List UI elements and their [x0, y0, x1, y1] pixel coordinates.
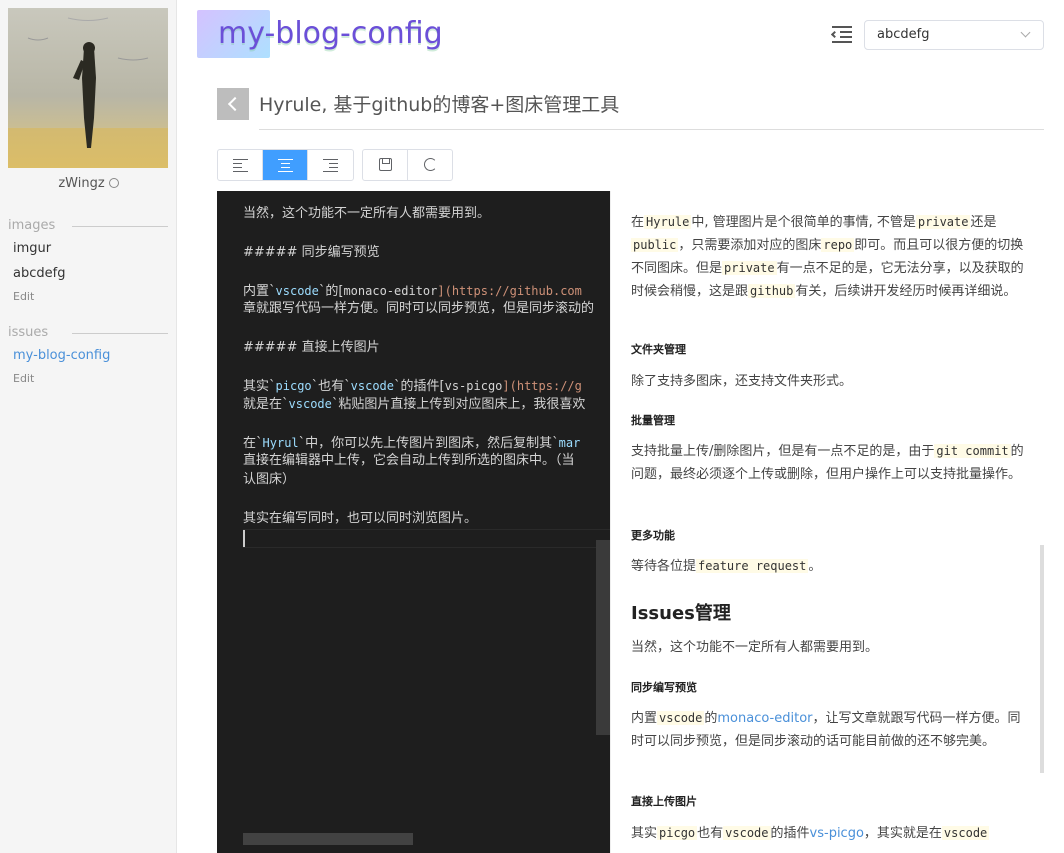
chevron-down-icon [1020, 27, 1031, 38]
monaco-editor-link[interactable]: monaco-editor [717, 711, 812, 726]
issues-section-title: issues [8, 325, 168, 340]
editor-line: 章就跟写代码一样方便。同时可以同步预览，但是同步滚动的 [243, 301, 595, 316]
images-section-title: images [8, 218, 168, 233]
preview-paragraph: 等待各位提 feature request。 [631, 559, 822, 574]
markdown-editor[interactable]: 当然，这个功能不一定所有人都需要用到。 ##### 同步编写预览 内置`vsco… [217, 191, 610, 853]
back-button[interactable] [217, 88, 249, 120]
editor-line: 当然，这个功能不一定所有人都需要用到。 [243, 206, 491, 221]
editor-horizontal-scrollbar[interactable] [243, 833, 413, 845]
images-edit-link[interactable]: Edit [13, 290, 34, 303]
preview-paragraph: 支持批量上传/删除图片，但是有一点不足的是，由于 git commit 的问题，最终… [631, 444, 1024, 482]
editor-current-line [243, 529, 610, 548]
preview-heading: 直接上传图片 [631, 795, 697, 808]
editor-line: 就是在`vscode`粘贴图片直接上传到对应图床上，我很喜欢 [243, 397, 586, 412]
preview-heading: 文件夹管理 [631, 343, 686, 356]
github-icon[interactable] [108, 178, 119, 188]
editor-line: ##### 同步编写预览 [243, 245, 380, 260]
article-title-input[interactable]: Hyrule, 基于github的博客+图床管理工具 [259, 90, 1044, 130]
preview-paragraph: 在 Hyrule 中, 管理图片是个很简单的事情, 不管是 private 还是publ… [631, 215, 1024, 299]
sidebar-item-abcdefg[interactable]: abcdefg [13, 266, 65, 281]
save-button[interactable] [363, 150, 408, 180]
repo-select[interactable]: abcdefg [864, 20, 1044, 50]
editor-line: 在`Hyrul`中，你可以先上传图片到图床，然后复制其`mar [243, 436, 581, 451]
preview-heading: 更多功能 [631, 529, 675, 542]
sidebar-item-imgur[interactable]: imgur [13, 241, 51, 256]
avatar[interactable] [8, 8, 168, 168]
refresh-button[interactable] [408, 150, 453, 180]
markdown-preview: 在 Hyrule 中, 管理图片是个很简单的事情, 不管是 private 还是publ… [610, 191, 1044, 853]
editor-only-button[interactable] [218, 150, 263, 180]
preview-scrollbar[interactable] [1040, 545, 1044, 773]
vs-picgo-link[interactable]: vs-picgo [810, 826, 864, 841]
preview-paragraph: 内置 vscode 的monaco-editor，让写文章就跟写代码一样方便。同时可… [631, 711, 1021, 749]
sidebar: zWingz images imgur abcdefg Edit issues … [0, 0, 177, 853]
editor-line: 其实在编写同时，也可以同时浏览图片。 [243, 511, 478, 526]
issues-edit-link[interactable]: Edit [13, 372, 34, 385]
preview-only-button[interactable] [308, 150, 353, 180]
action-group [362, 149, 453, 181]
refresh-icon [423, 158, 437, 171]
editor-cursor [243, 530, 245, 547]
save-icon [379, 158, 392, 171]
username[interactable]: zWingz [0, 176, 177, 191]
preview-paragraph: 其实 picgo 也有 vscode 的插件vs-picgo，其实就是在 vscode [631, 826, 990, 841]
preview-heading: 批量管理 [631, 414, 675, 427]
editor-line: 其实`picgo`也有`vscode`的插件[vs-picgo](https:/… [243, 379, 582, 394]
preview-paragraph: 除了支持多图床，还支持文件夹形式。 [631, 374, 853, 389]
preview-heading-issues: Issues管理 [631, 603, 731, 624]
preview-heading: 同步编写预览 [631, 681, 697, 694]
editor-line: 内置`vscode`的[monaco-editor](https://githu… [243, 284, 582, 299]
preview-paragraph: 当然，这个功能不一定所有人都需要用到。 [631, 640, 879, 655]
editor-line: 直接在编辑器中上传，它会自动上传到所选的图床中。（当 [243, 453, 575, 468]
view-mode-group [217, 149, 354, 181]
app-title: my-blog-config [197, 10, 443, 58]
editor-vertical-scrollbar[interactable] [596, 540, 610, 735]
editor-line: 认图床） [243, 472, 296, 487]
sidebar-item-my-blog-config[interactable]: my-blog-config [13, 348, 110, 363]
split-view-button[interactable] [263, 150, 308, 180]
menu-toggle-icon[interactable] [830, 24, 854, 44]
editor-line: ##### 直接上传图片 [243, 340, 380, 355]
